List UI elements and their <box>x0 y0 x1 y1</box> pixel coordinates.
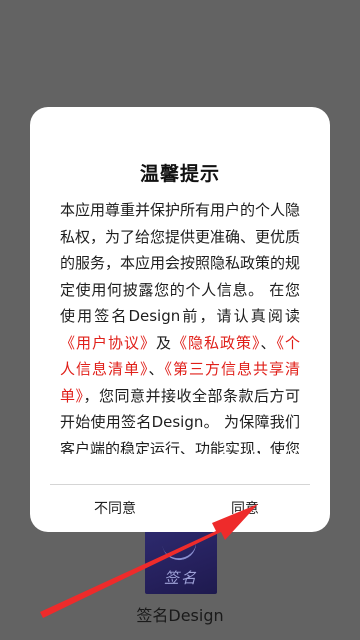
body-text-consent: ，您同意并接收全部条款后方可开始使用签名Design。 为保障我们客户端的稳定运… <box>60 386 300 455</box>
privacy-dialog: 温馨提示 本应用尊重并保护所有用户的个人隐私权，为了给您提供更准确、更优质的服务… <box>30 107 330 532</box>
privacy-policy-link[interactable]: 《隐私政策》 <box>172 334 260 352</box>
body-separator: 及 <box>155 333 172 352</box>
body-separator: 、 <box>148 360 165 378</box>
dialog-divider <box>50 484 310 485</box>
agree-button[interactable]: 同意 <box>200 492 290 526</box>
signature-swoosh-icon <box>161 533 199 563</box>
app-icon[interactable]: 签名 <box>145 530 217 594</box>
body-separator: 、 <box>260 333 277 352</box>
app-icon-label: 签名 <box>163 569 198 587</box>
dialog-body: 本应用尊重并保护所有用户的个人隐私权，为了给您提供更准确、更优质的服务，本应用会… <box>60 197 300 454</box>
disagree-button[interactable]: 不同意 <box>70 492 160 526</box>
user-agreement-link[interactable]: 《用户协议》 <box>60 334 156 352</box>
body-text-intro: 本应用尊重并保护所有用户的个人隐私权，为了给您提供更准确、更优质的服务，本应用会… <box>60 201 300 325</box>
dialog-title: 温馨提示 <box>139 163 220 185</box>
app-name: 签名Design <box>136 606 224 625</box>
